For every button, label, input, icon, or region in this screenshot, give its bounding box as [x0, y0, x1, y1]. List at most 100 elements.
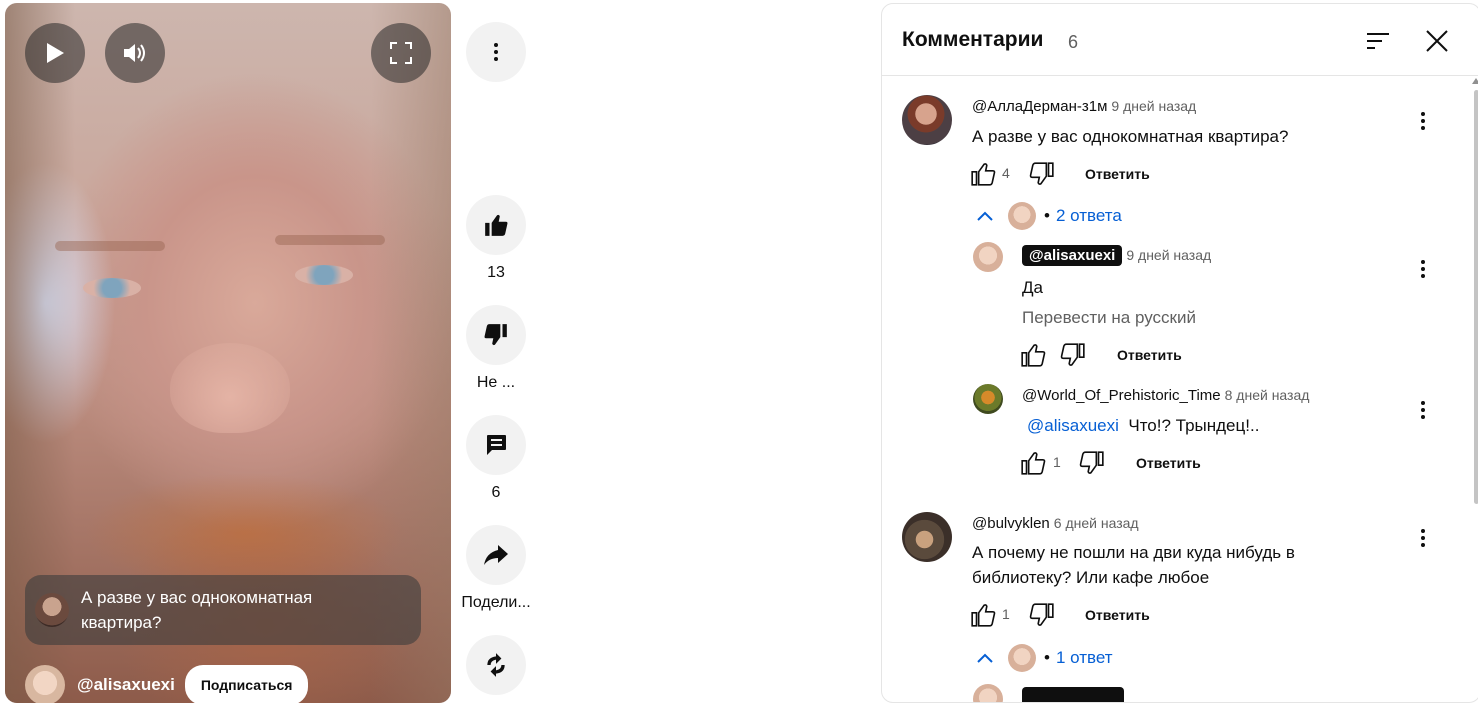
reply-time[interactable]: 8 дней назад [1225, 387, 1310, 403]
volume-icon [124, 44, 145, 62]
thumbs-up-icon [485, 214, 508, 236]
video-frame-detail [295, 265, 353, 285]
share-label: Подели... [461, 594, 531, 611]
comment-like-count: 4 [1002, 165, 1010, 181]
avatar[interactable] [973, 242, 1003, 272]
sort-button[interactable] [1361, 24, 1395, 58]
avatar [35, 593, 69, 627]
channel-avatar[interactable] [25, 665, 65, 703]
play-icon [47, 43, 64, 63]
comment-time[interactable]: 6 дней назад [1054, 515, 1139, 531]
video-frame-detail [55, 241, 165, 251]
channel-name[interactable]: @alisaxuexi [77, 675, 175, 695]
thumbs-up-outline-icon [971, 604, 996, 627]
comment-author[interactable]: @bulvyklen [972, 515, 1050, 532]
mention-link[interactable]: @alisaxuexi [1027, 416, 1119, 435]
comment-menu-button[interactable] [1421, 529, 1427, 550]
reply-button[interactable]: Ответить [1085, 607, 1150, 623]
play-button[interactable] [25, 23, 85, 83]
reply-author-creator-chip[interactable] [1022, 687, 1124, 702]
reply-like-button[interactable] [1020, 450, 1046, 481]
comment-dislike-button[interactable] [1029, 602, 1055, 633]
comment-author[interactable]: @АллаДерман-з1м [972, 98, 1107, 115]
comment-like-button[interactable] [970, 161, 996, 192]
comment-text-line-2: библиотеку? Или кафе любое [972, 568, 1210, 587]
reply-menu-button[interactable] [1421, 260, 1427, 281]
like-count: 13 [487, 264, 505, 281]
thumbs-down-outline-icon [1029, 603, 1054, 626]
replies-count: 2 ответа [1055, 206, 1122, 225]
remix-button[interactable] [466, 635, 526, 695]
sort-icon [1367, 33, 1389, 49]
thumbs-down-outline-icon [1060, 343, 1085, 366]
scrollbar-thumb[interactable] [1474, 90, 1478, 504]
like-button[interactable] [466, 195, 526, 255]
channel-bar: @alisaxuexi Подписаться [25, 663, 309, 703]
thumbs-down-outline-icon [1079, 451, 1104, 474]
replies-toggle[interactable]: • 1 ответ [976, 644, 1113, 672]
more-options-button[interactable] [466, 22, 526, 82]
avatar[interactable] [902, 95, 952, 145]
reply-author-creator-chip[interactable]: @alisaxuexi [1022, 245, 1123, 266]
comment-time[interactable]: 9 дней назад [1111, 98, 1196, 114]
translate-link[interactable]: Перевести на русский [1022, 308, 1196, 328]
reply-avatar-mini [1008, 644, 1036, 672]
replies-toggle[interactable]: • 2 ответа [976, 202, 1122, 230]
close-button[interactable] [1420, 24, 1454, 58]
comment-like-button[interactable] [970, 602, 996, 633]
dislike-button[interactable] [466, 305, 526, 365]
fullscreen-icon [390, 42, 412, 64]
comments-header: Комментарии 6 [882, 4, 1478, 76]
reply-button[interactable]: Ответить [1085, 166, 1150, 182]
comment-dislike-button[interactable] [1029, 161, 1055, 192]
pinned-comment-overlay[interactable]: А разве у вас однокомнатная квартира? [25, 575, 421, 645]
reply-author-line: @alisaxuexi 9 дней назад [1022, 245, 1211, 266]
reply-time[interactable]: 9 дней назад [1126, 247, 1211, 263]
comments-button[interactable] [466, 415, 526, 475]
volume-button[interactable] [105, 23, 165, 83]
comments-title: Комментарии [902, 28, 1044, 51]
reply-author-line: @World_Of_Prehistoric_Time 8 дней назад [1022, 387, 1309, 404]
reply-menu-button[interactable] [1421, 401, 1427, 422]
comment-icon [487, 435, 506, 455]
reply-text: Что!? Трындец!.. [1128, 416, 1260, 435]
reply-text: Да [1022, 278, 1043, 297]
share-icon [484, 545, 508, 565]
thumbs-up-outline-icon [1021, 344, 1046, 367]
thumbs-down-icon [484, 324, 507, 346]
reply-button[interactable]: Ответить [1117, 347, 1182, 363]
comments-count-header: 6 [1068, 32, 1079, 52]
scroll-up-arrow[interactable] [1472, 78, 1478, 84]
comments-panel: Комментарии 6 @АллаДерман-з1м 9 дней наза… [881, 3, 1478, 703]
video-player[interactable]: А разве у вас однокомнатная квартира? @a… [5, 3, 451, 703]
subscribe-button[interactable]: Подписаться [184, 665, 309, 703]
thumbs-down-outline-icon [1029, 162, 1054, 185]
reply-like-button[interactable] [1020, 342, 1046, 373]
reply-avatar-mini [1008, 202, 1036, 230]
reply-button[interactable]: Ответить [1136, 455, 1201, 471]
thumbs-up-outline-icon [1021, 452, 1046, 475]
reply-text-line: @alisaxuexi Что!? Трындец!.. [1027, 413, 1259, 438]
more-vert-icon [494, 43, 498, 61]
video-frame-detail [170, 343, 290, 433]
fullscreen-button[interactable] [371, 23, 431, 83]
avatar[interactable] [973, 384, 1003, 414]
thumbs-up-outline-icon [971, 163, 996, 186]
replies-count: 1 ответ [1055, 648, 1113, 667]
comment-text: А разве у вас однокомнатная квартира? [972, 127, 1289, 146]
avatar[interactable] [973, 684, 1003, 702]
reply-dislike-button[interactable] [1060, 342, 1086, 373]
comment-text-line-1: А почему не пошли на дви куда нибудь в [972, 543, 1295, 562]
reply-dislike-button[interactable] [1079, 450, 1105, 481]
avatar[interactable] [902, 512, 952, 562]
comment-menu-button[interactable] [1421, 112, 1427, 133]
chevron-up-icon [977, 211, 993, 221]
video-frame-detail [83, 278, 141, 298]
share-button[interactable] [466, 525, 526, 585]
comment-like-count: 1 [1002, 606, 1010, 622]
dislike-label: Не ... [476, 374, 516, 391]
close-icon [1426, 30, 1448, 52]
video-frame-detail [275, 235, 385, 245]
chevron-up-icon [977, 653, 993, 663]
reply-author[interactable]: @World_Of_Prehistoric_Time [1022, 387, 1221, 404]
